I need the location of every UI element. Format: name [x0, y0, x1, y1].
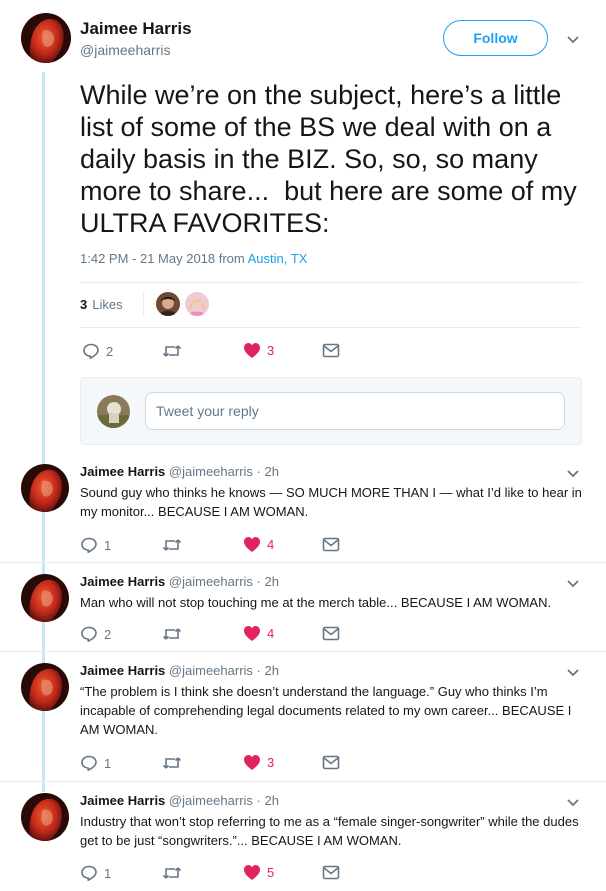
author-name[interactable]: Jaimee Harris	[80, 793, 165, 808]
heart-icon	[244, 343, 260, 358]
reply-header: Jaimee Harris @jaimeeharris · 2h	[80, 663, 279, 678]
reply-count: 1	[104, 755, 112, 771]
author-name[interactable]: Jaimee Harris	[80, 663, 165, 678]
reply-count: 1	[104, 865, 112, 881]
author-name[interactable]: Jaimee Harris	[80, 19, 192, 39]
reply-composer	[80, 377, 582, 445]
author-name[interactable]: Jaimee Harris	[80, 464, 165, 479]
reply-button[interactable]: 1	[80, 864, 111, 882]
reply-icon	[81, 537, 97, 553]
author-handle[interactable]: @jaimeeharris · 2h	[169, 663, 279, 678]
liker-avatar[interactable]	[155, 292, 180, 316]
author-handle[interactable]: @jaimeeharris	[80, 42, 170, 58]
message-button[interactable]	[322, 343, 340, 358]
chevron-down-icon[interactable]	[566, 35, 580, 45]
like-button[interactable]: 5	[243, 864, 274, 881]
author-handle[interactable]: @jaimeeharris · 2h	[169, 793, 279, 808]
retweet-button[interactable]	[162, 754, 182, 772]
message-icon	[322, 537, 340, 552]
avatar[interactable]	[21, 13, 71, 63]
reply-icon	[83, 343, 99, 359]
retweet-icon	[162, 345, 182, 357]
chevron-down-icon[interactable]	[566, 798, 580, 808]
reply-count: 2	[104, 626, 112, 642]
reply-button[interactable]: 1	[80, 754, 111, 772]
tweet-text: “The problem is I think she doesn’t unde…	[80, 684, 572, 737]
message-icon	[322, 626, 340, 641]
author-name[interactable]: Jaimee Harris	[80, 574, 165, 589]
avatar[interactable]	[21, 663, 69, 711]
reply-icon	[81, 755, 97, 771]
reply-button[interactable]: 2	[82, 342, 113, 360]
retweet-button[interactable]	[162, 342, 182, 360]
retweet-icon	[162, 757, 182, 769]
message-icon	[322, 755, 340, 770]
location-link[interactable]: Austin, TX	[248, 251, 308, 266]
message-button[interactable]	[322, 755, 340, 770]
avatar[interactable]	[21, 464, 69, 512]
chevron-down-icon[interactable]	[566, 579, 580, 589]
tweet-text: Man who will not stop touching me at the…	[80, 595, 552, 610]
tweet-text: Sound guy who thinks he knows — SO MUCH …	[80, 485, 582, 519]
likes-row: 3 Likes	[80, 287, 214, 321]
message-icon	[322, 865, 340, 880]
tweet-text: While we’re on the subject, here’s a lit…	[80, 80, 585, 238]
like-button[interactable]: 4	[243, 536, 274, 553]
like-count: 4	[267, 537, 275, 552]
retweet-button[interactable]	[162, 625, 182, 643]
liker-avatar[interactable]	[184, 292, 209, 316]
divider	[80, 282, 582, 283]
message-button[interactable]	[322, 626, 340, 641]
like-button[interactable]: 3	[243, 754, 274, 771]
like-count: 3	[267, 343, 275, 358]
heart-icon	[244, 865, 260, 880]
divider	[142, 291, 144, 317]
like-count: 3	[267, 755, 275, 770]
likes-count[interactable]: 3	[80, 297, 87, 312]
divider	[0, 781, 606, 782]
reply-icon	[81, 626, 97, 642]
like-button[interactable]: 4	[243, 625, 274, 642]
timestamp-text[interactable]: 1:42 PM - 21 May 2018 from	[80, 251, 248, 266]
reply-header: Jaimee Harris @jaimeeharris · 2h	[80, 464, 279, 479]
like-button[interactable]: 3	[243, 342, 274, 359]
reply-input[interactable]	[145, 392, 565, 430]
reply-header: Jaimee Harris @jaimeeharris · 2h	[80, 574, 279, 589]
chevron-down-icon[interactable]	[566, 668, 580, 678]
retweet-button[interactable]	[162, 536, 182, 554]
reply-header: Jaimee Harris @jaimeeharris · 2h	[80, 793, 279, 808]
reply-button[interactable]: 2	[80, 625, 111, 643]
reply-button[interactable]: 1	[80, 536, 111, 554]
message-button[interactable]	[322, 865, 340, 880]
avatar[interactable]	[21, 574, 69, 622]
divider	[80, 327, 582, 328]
avatar[interactable]	[21, 793, 69, 841]
retweet-icon	[162, 539, 182, 551]
heart-icon	[244, 537, 260, 552]
retweet-icon	[162, 867, 182, 879]
retweet-icon	[162, 628, 182, 640]
reply-icon	[81, 865, 97, 881]
main-tweet: Jaimee Harris @jaimeeharris Follow While…	[0, 0, 606, 460]
retweet-button[interactable]	[162, 864, 182, 882]
like-count: 4	[267, 626, 275, 641]
reply-count: 2	[106, 343, 114, 359]
chevron-down-icon[interactable]	[566, 469, 580, 479]
follow-button[interactable]: Follow	[443, 20, 548, 56]
likes-label[interactable]: Likes	[92, 297, 122, 312]
author-handle[interactable]: @jaimeeharris · 2h	[169, 464, 279, 479]
tweet-timestamp: 1:42 PM - 21 May 2018 from Austin, TX	[80, 251, 307, 266]
heart-icon	[244, 626, 260, 641]
heart-icon	[244, 755, 260, 770]
reply-count: 1	[104, 537, 112, 553]
message-icon	[322, 343, 340, 358]
tweet-text: Industry that won’t stop referring to me…	[80, 814, 579, 848]
like-count: 5	[267, 865, 275, 880]
divider	[0, 562, 606, 563]
avatar	[97, 395, 130, 428]
author-handle[interactable]: @jaimeeharris · 2h	[169, 574, 279, 589]
message-button[interactable]	[322, 537, 340, 552]
divider	[0, 651, 606, 652]
